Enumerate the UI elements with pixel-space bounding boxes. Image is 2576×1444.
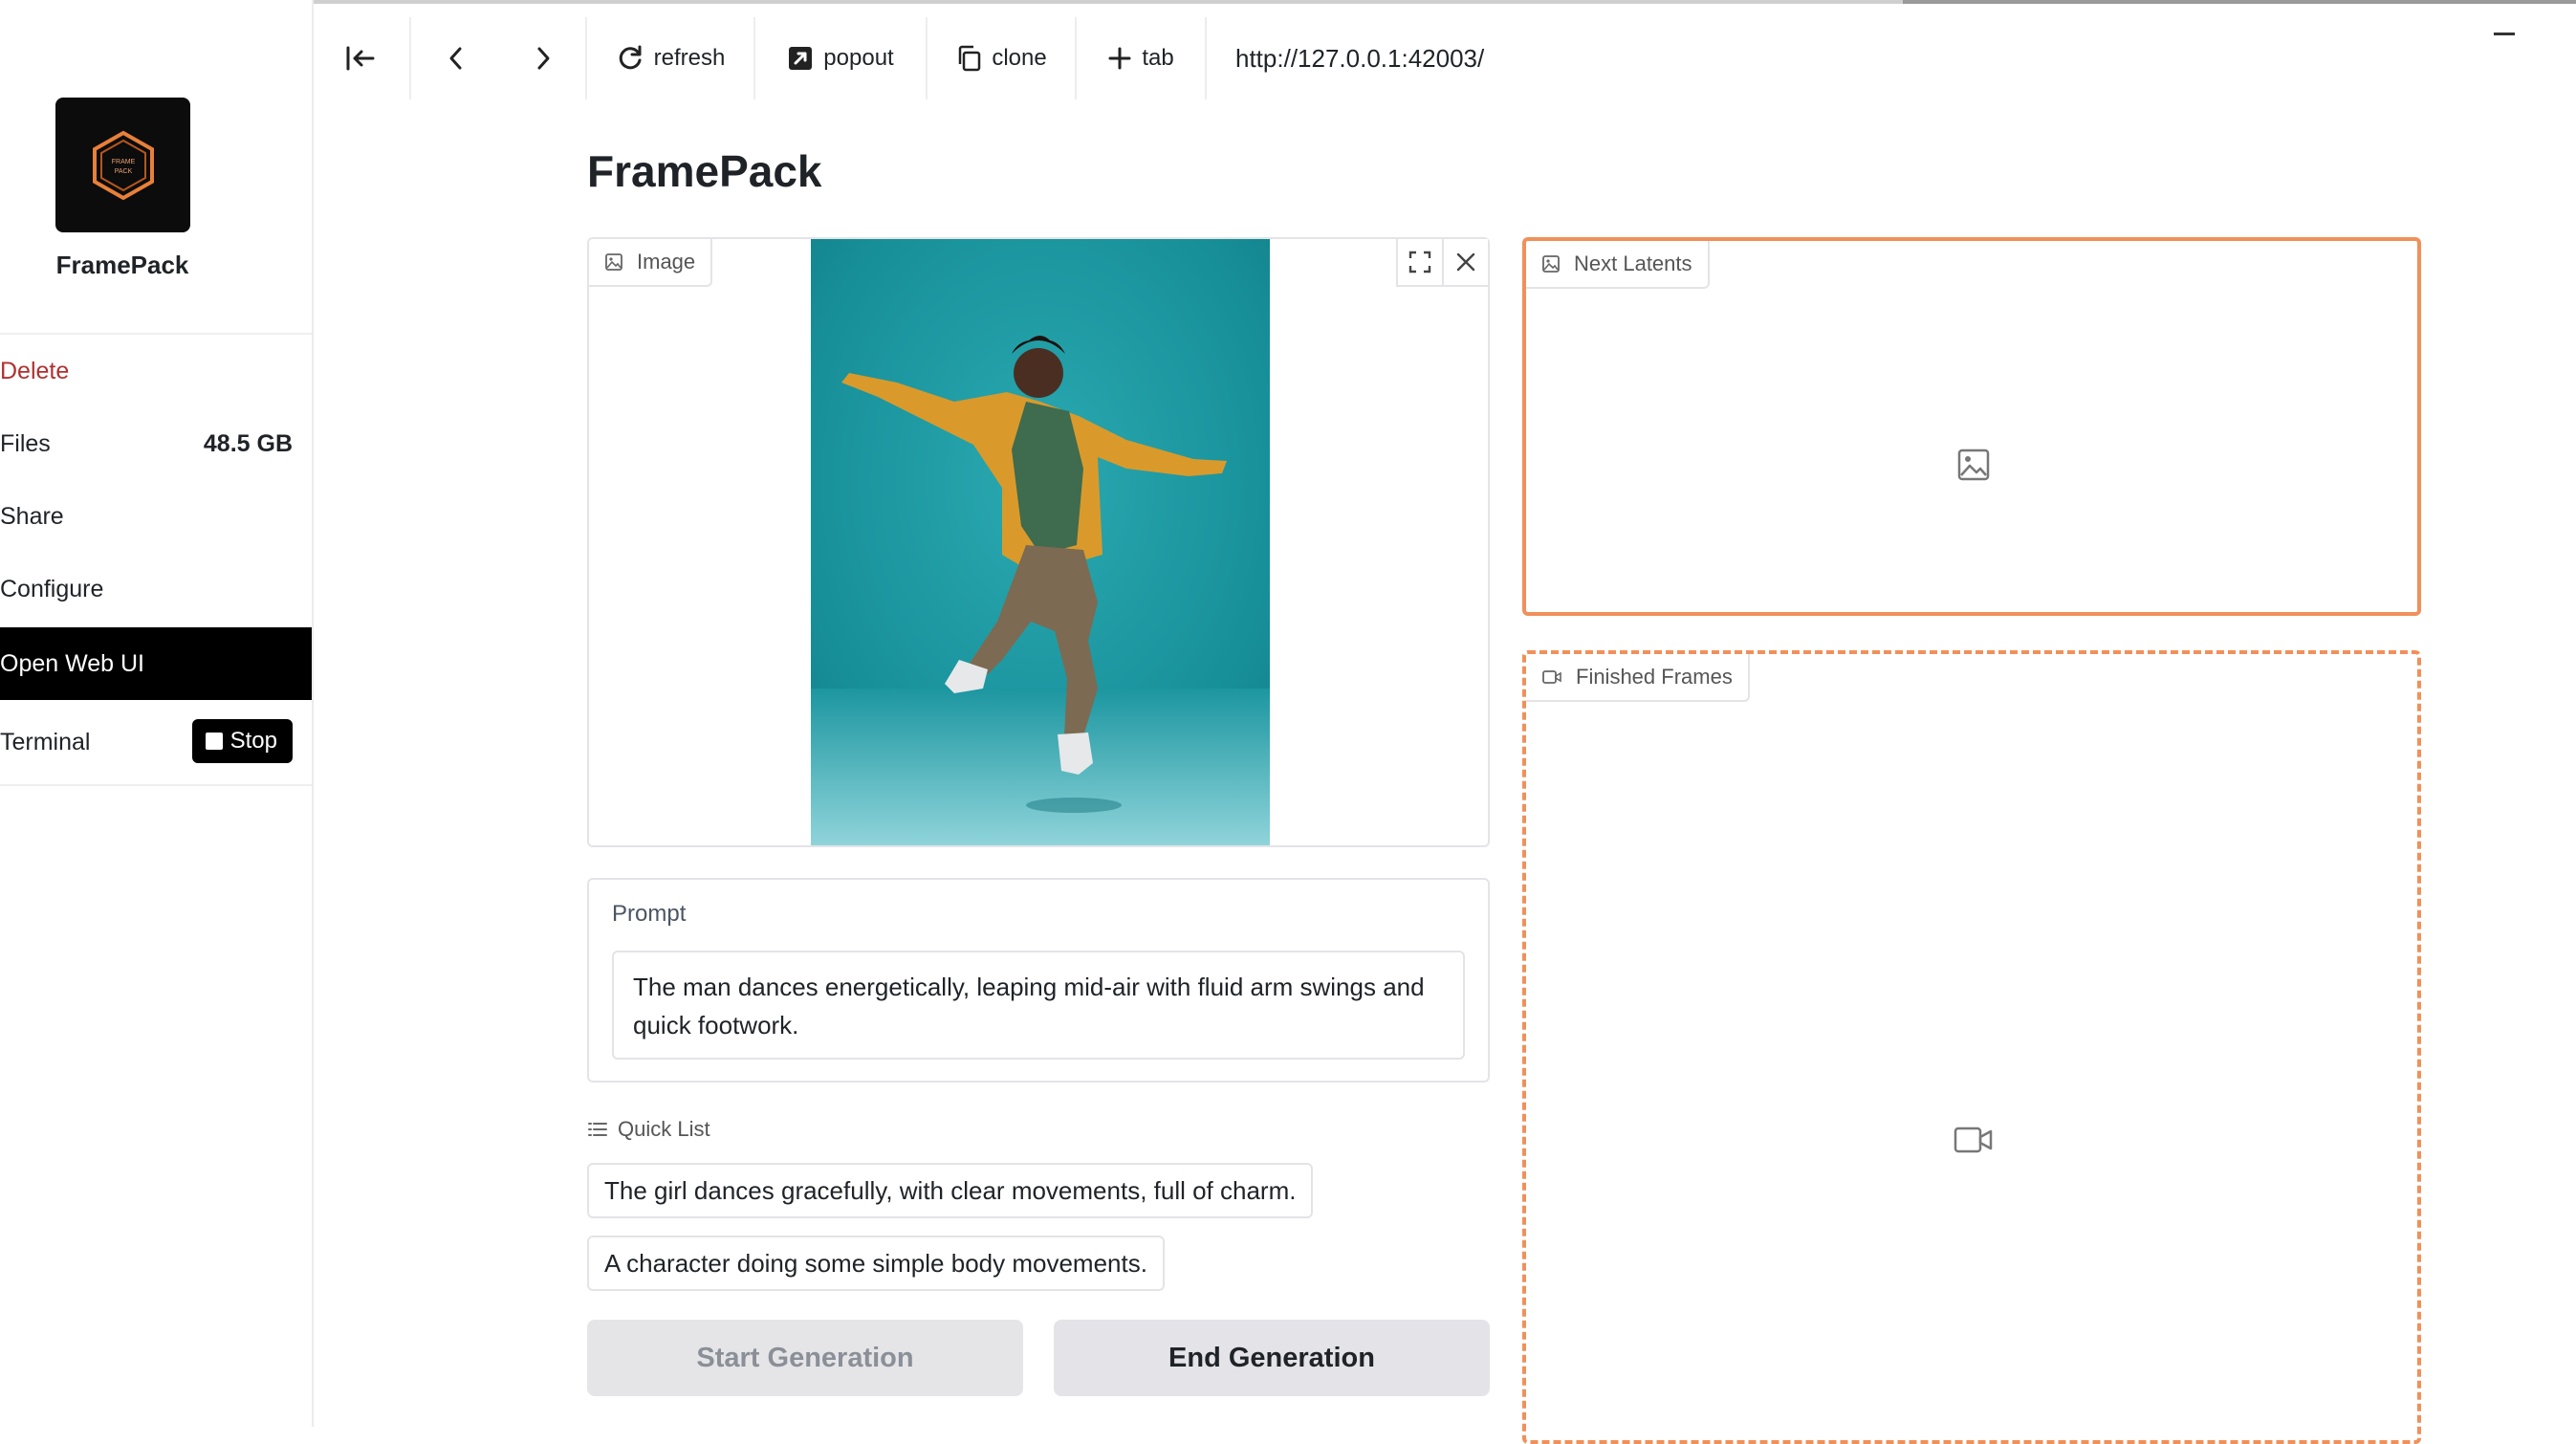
image-label-tag: Image — [589, 239, 713, 287]
exit-button[interactable] — [312, 17, 411, 99]
quick-list-item[interactable]: A character doing some simple body movem… — [587, 1236, 1165, 1291]
minimize-icon[interactable] — [2494, 33, 2515, 35]
sidebar-item-open-web-ui[interactable]: Open Web UI — [0, 627, 312, 700]
sidebar-item-configure[interactable]: Configure — [0, 553, 312, 625]
svg-text:PACK: PACK — [114, 168, 132, 175]
video-icon — [1542, 670, 1561, 684]
image-icon — [1542, 255, 1560, 273]
popout-button[interactable]: popout — [755, 17, 928, 99]
image-panel[interactable]: Image — [587, 237, 1490, 847]
quick-list-header: Quick List — [587, 1117, 710, 1142]
refresh-icon — [619, 45, 642, 70]
popout-label: popout — [823, 45, 894, 71]
svg-text:FRAME: FRAME — [111, 159, 135, 165]
prompt-panel: Prompt The man dances energetically, lea… — [587, 878, 1490, 1083]
fullscreen-button[interactable] — [1396, 239, 1442, 287]
app-logo: FRAME PACK — [55, 98, 190, 232]
sidebar-divider — [0, 784, 312, 786]
chevron-right-icon — [537, 47, 550, 70]
list-icon — [588, 1123, 607, 1136]
exit-icon — [346, 46, 375, 71]
image-icon — [605, 253, 622, 271]
stop-label: Stop — [229, 728, 277, 754]
forward-button[interactable] — [501, 17, 587, 99]
framepack-logo-icon: FRAME PACK — [92, 130, 154, 200]
close-icon — [1456, 252, 1475, 272]
window-top-border-segment — [1903, 0, 2576, 4]
popout-icon — [789, 47, 813, 70]
refresh-label: refresh — [653, 45, 726, 71]
end-generation-button[interactable]: End Generation — [1054, 1320, 1490, 1396]
prompt-textarea[interactable]: The man dances energetically, leaping mi… — [612, 951, 1465, 1060]
image-controls — [1396, 239, 1488, 287]
sidebar-item-share[interactable]: Share — [0, 480, 312, 553]
chevron-left-icon — [449, 47, 462, 70]
plus-icon — [1108, 47, 1131, 70]
clone-icon — [959, 45, 981, 72]
page-title: FramePack — [587, 146, 822, 196]
sidebar-item-label: Files — [0, 429, 51, 457]
next-latents-panel: Next Latents — [1522, 237, 2421, 616]
sidebar-item-delete[interactable]: Delete — [0, 335, 312, 407]
stop-button[interactable]: Stop — [191, 719, 293, 763]
fullscreen-icon — [1408, 251, 1431, 273]
sidebar-item-label: Terminal — [0, 728, 91, 755]
quick-list-label: Quick List — [618, 1117, 710, 1141]
sidebar-item-files[interactable]: Files 48.5 GB — [0, 407, 312, 480]
sidebar-item-label: Configure — [0, 575, 104, 602]
tab-label: tab — [1142, 45, 1174, 71]
files-size-value: 48.5 GB — [203, 429, 293, 457]
sidebar-item-terminal[interactable]: Terminal Stop — [0, 706, 312, 778]
sidebar-item-label: Delete — [0, 357, 70, 384]
clone-button[interactable]: clone — [928, 17, 1077, 99]
sidebar-item-label: Share — [0, 502, 64, 530]
app-name: FramePack — [55, 251, 189, 279]
stop-icon — [205, 733, 223, 750]
finished-frames-label: Finished Frames — [1576, 665, 1733, 689]
url-display[interactable]: http://127.0.0.1:42003/ — [1207, 17, 1484, 99]
next-latents-label-tag: Next Latents — [1526, 241, 1710, 289]
sidebar: FRAME PACK FramePack Delete Files 48.5 G… — [0, 0, 314, 1427]
new-tab-button[interactable]: tab — [1077, 17, 1207, 99]
finished-frames-panel: Finished Frames — [1522, 650, 2421, 1444]
sidebar-item-label: Open Web UI — [0, 649, 145, 677]
dancer-photo — [811, 239, 1270, 845]
image-label: Image — [637, 250, 696, 273]
input-image — [811, 239, 1270, 845]
prompt-label: Prompt — [612, 901, 687, 927]
start-generation-button[interactable]: Start Generation — [587, 1320, 1023, 1396]
image-placeholder-icon — [1957, 449, 1990, 481]
browser-toolbar: refresh popout clone tab http://127.0.0.… — [312, 17, 1484, 99]
clear-image-button[interactable] — [1442, 239, 1488, 287]
quick-list-item[interactable]: The girl dances gracefully, with clear m… — [587, 1163, 1314, 1218]
refresh-button[interactable]: refresh — [587, 17, 755, 99]
finished-frames-label-tag: Finished Frames — [1526, 654, 1750, 702]
clone-label: clone — [992, 45, 1047, 71]
video-placeholder-icon — [1954, 1127, 1993, 1153]
next-latents-label: Next Latents — [1574, 252, 1692, 275]
back-button[interactable] — [411, 17, 501, 99]
